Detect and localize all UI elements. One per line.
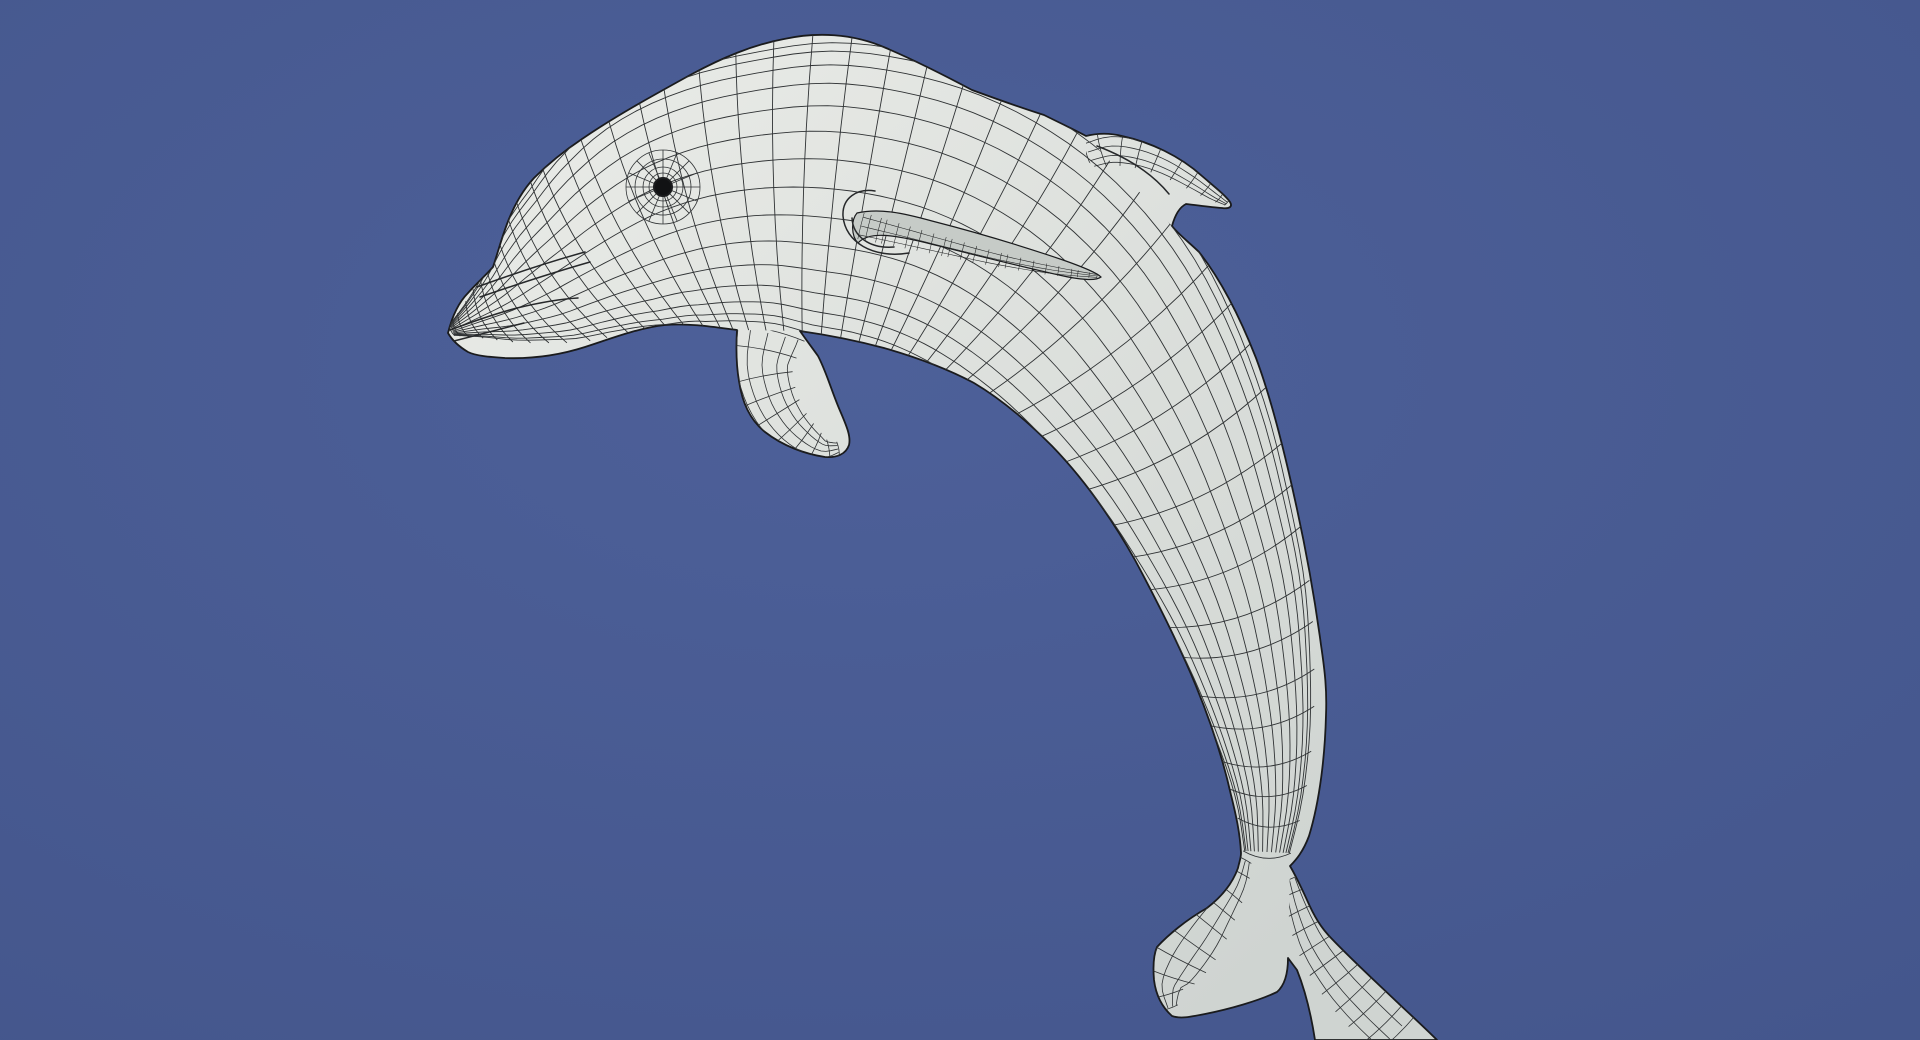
viewport-3d[interactable] <box>0 0 1920 1040</box>
wireframe-canvas[interactable] <box>0 0 1920 1040</box>
eye <box>625 149 701 225</box>
eye-pupil <box>653 177 673 197</box>
